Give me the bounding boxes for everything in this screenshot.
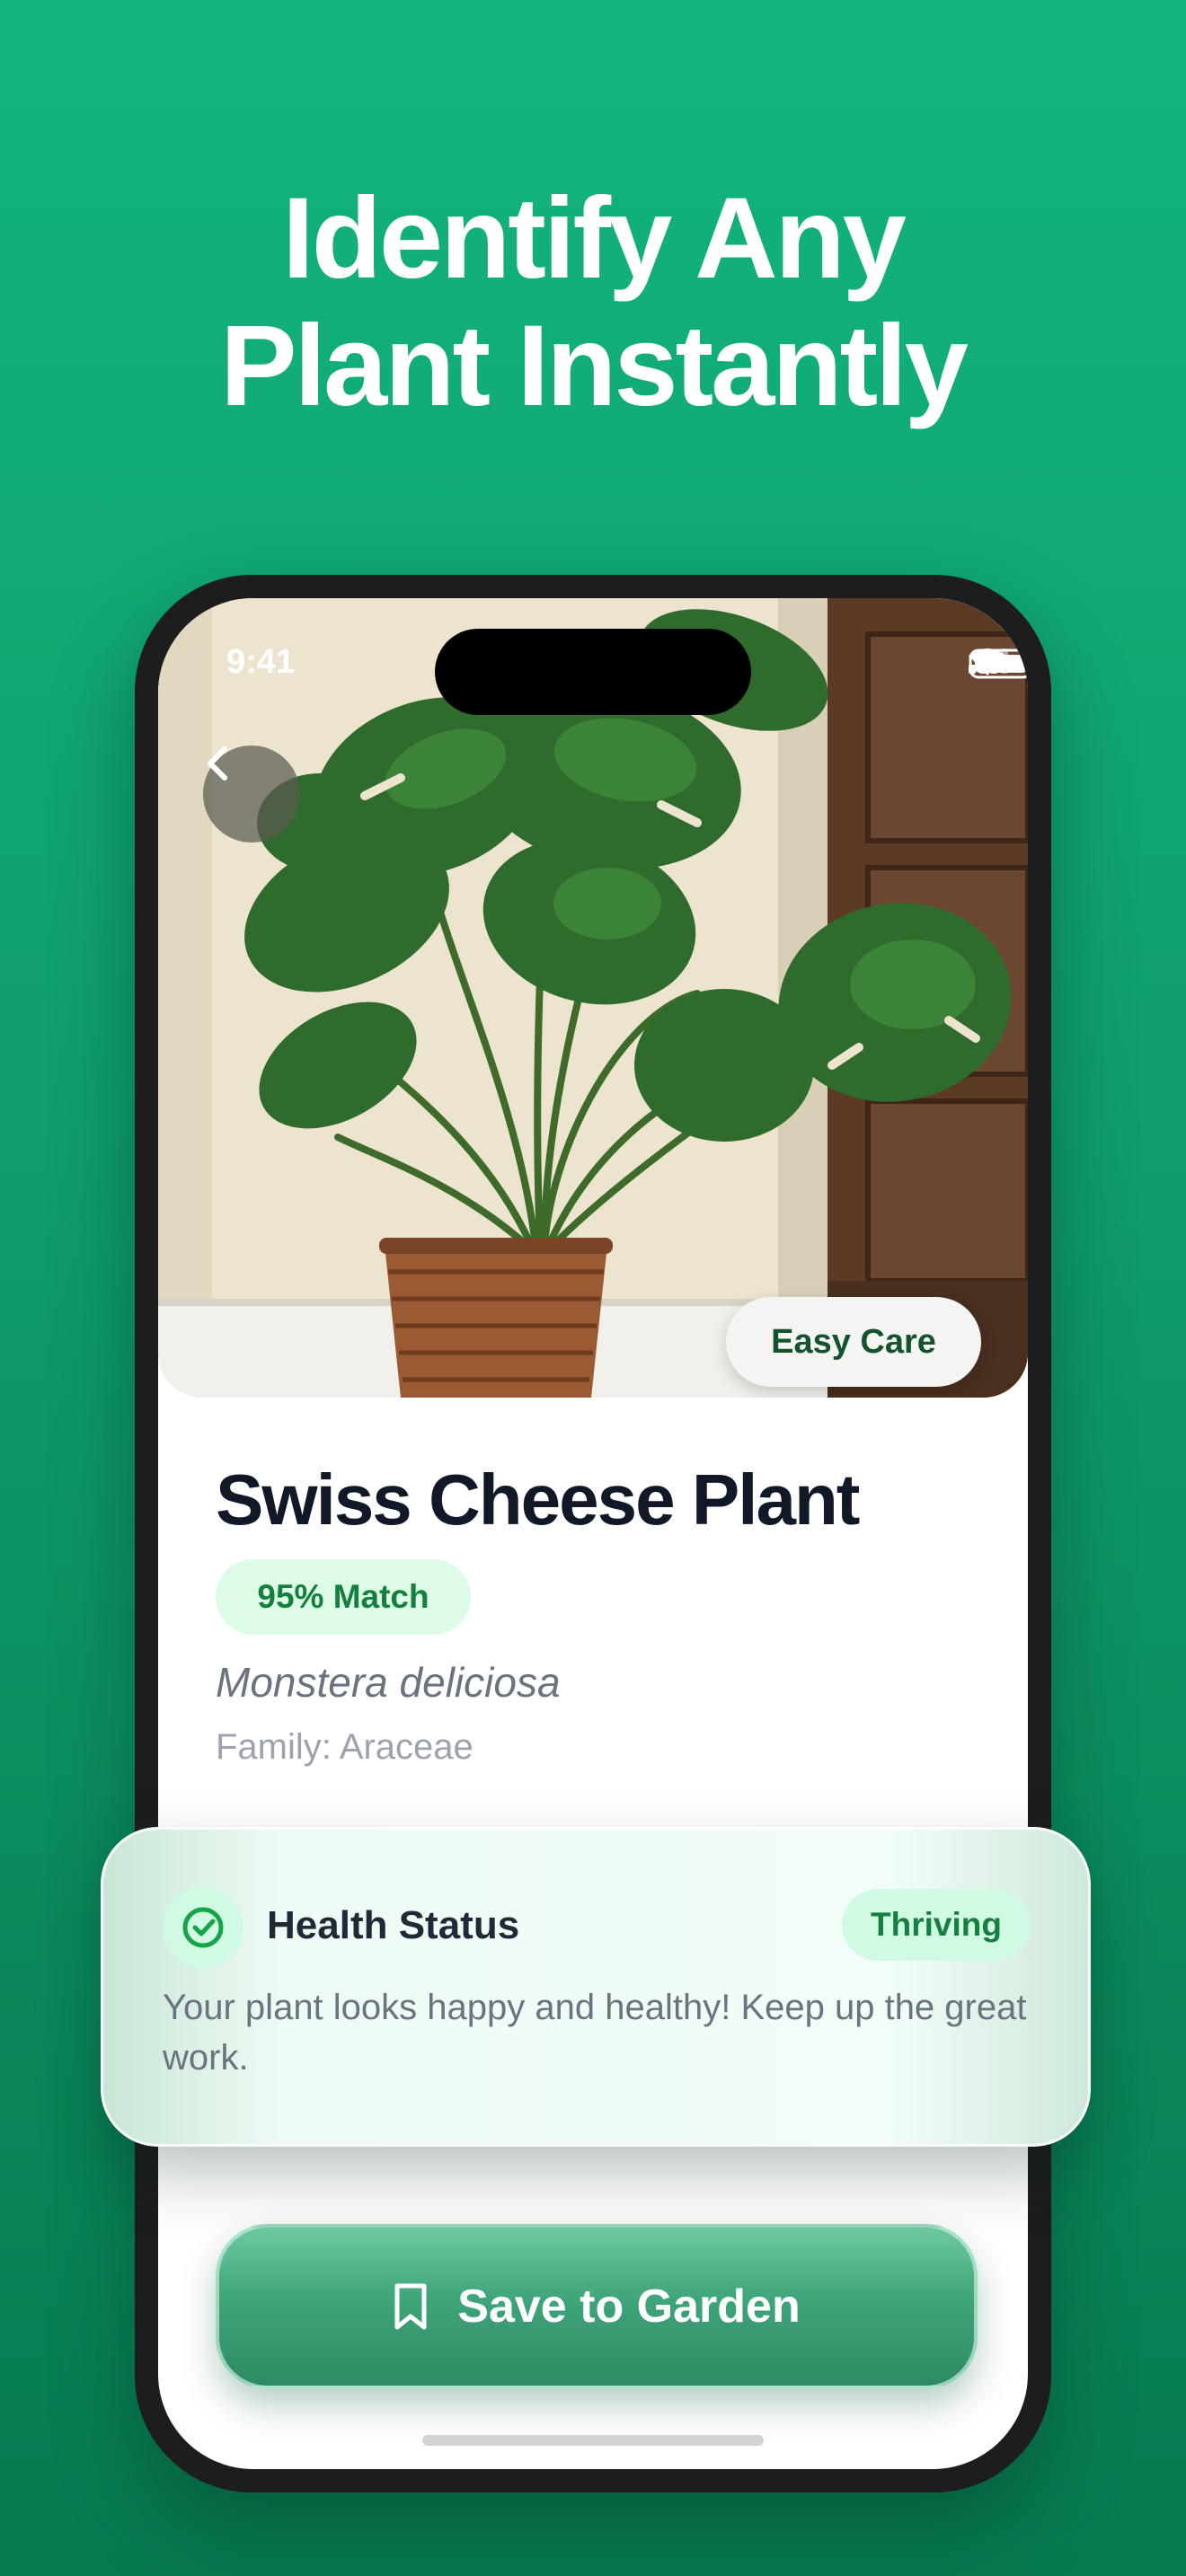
health-status-description: Your plant looks happy and healthy! Keep… — [163, 1988, 1027, 2078]
plant-scientific-name: Monstera deliciosa — [216, 1659, 561, 1706]
plant-family: Family: Araceae — [216, 1727, 474, 1767]
health-check-badge — [163, 1887, 243, 1968]
headline: Identify Any Plant Instantly — [0, 175, 1186, 430]
health-status-title: Health Status — [267, 1903, 520, 1947]
save-to-garden-button[interactable]: Save to Garden — [216, 2224, 978, 2389]
care-level-chip: Easy Care — [726, 1297, 981, 1387]
plant-photo: 9:41 Easy Care — [158, 598, 1028, 1398]
bookmark-icon — [394, 2283, 427, 2330]
home-indicator — [422, 2435, 764, 2446]
check-circle-icon — [182, 1907, 224, 1948]
headline-line-2: Plant Instantly — [220, 302, 969, 430]
phone-screen: 9:41 Easy Care Swiss Cheese Plant 95% Ma… — [158, 598, 1028, 2469]
chevron-left-icon — [208, 746, 227, 781]
back-button[interactable] — [203, 745, 300, 842]
match-badge: 95% Match — [216, 1559, 471, 1635]
dynamic-island — [435, 629, 751, 715]
plant-photo-illustration — [158, 598, 1028, 1398]
status-time: 9:41 — [226, 643, 296, 681]
health-status-badge: Thriving — [842, 1889, 1031, 1961]
headline-line-1: Identify Any — [282, 174, 907, 303]
plant-common-name: Swiss Cheese Plant — [216, 1460, 860, 1539]
save-button-label: Save to Garden — [457, 2280, 801, 2333]
battery-icon — [969, 648, 1028, 679]
health-status-card: Health Status Thriving Your plant looks … — [101, 1827, 1091, 2147]
